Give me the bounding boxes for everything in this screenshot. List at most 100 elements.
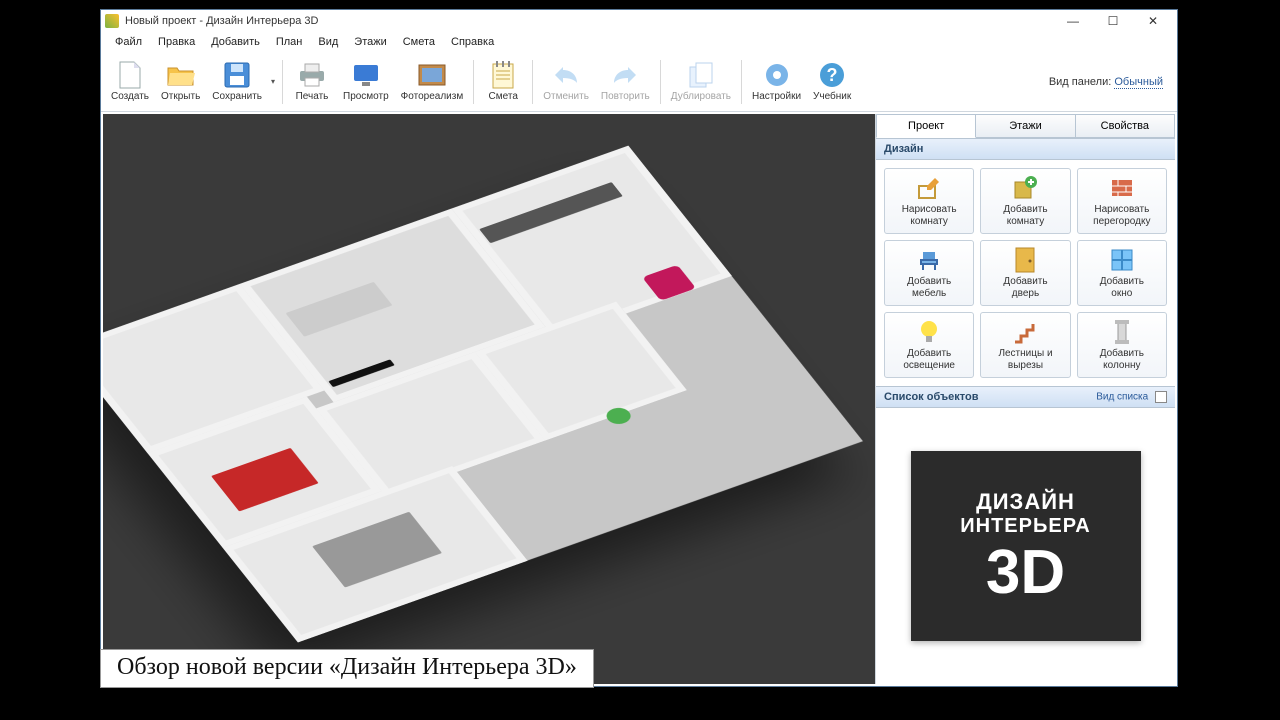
- settings-label: Настройки: [752, 91, 801, 102]
- app-window: Новый проект - Дизайн Интерьера 3D — ☐ ✕…: [100, 9, 1178, 687]
- add-room-label: Добавитькомнату: [1003, 204, 1047, 227]
- menu-file[interactable]: Файл: [107, 34, 150, 50]
- save-button[interactable]: Сохранить: [206, 54, 268, 110]
- redo-label: Повторить: [601, 91, 650, 102]
- draw-wall-button[interactable]: Нарисоватьперегородку: [1077, 168, 1167, 234]
- panel-type-link[interactable]: Обычный: [1114, 76, 1163, 89]
- add-door-label: Добавитьдверь: [1003, 276, 1047, 299]
- door-icon: [1012, 247, 1038, 273]
- list-view-icon: [1155, 391, 1167, 403]
- create-label: Создать: [111, 91, 149, 102]
- add-window-label: Добавитьокно: [1100, 276, 1144, 299]
- menu-floors[interactable]: Этажи: [346, 34, 394, 50]
- lightbulb-icon: [916, 319, 942, 345]
- minimize-button[interactable]: —: [1053, 10, 1093, 32]
- draw-room-button[interactable]: Нарисоватькомнату: [884, 168, 974, 234]
- column-icon: [1109, 319, 1135, 345]
- stairs-button[interactable]: Лестницы ивырезы: [980, 312, 1070, 378]
- add-door-button[interactable]: Добавитьдверь: [980, 240, 1070, 306]
- save-dropdown[interactable]: ▾: [268, 54, 278, 110]
- save-label: Сохранить: [212, 91, 262, 102]
- settings-button[interactable]: Настройки: [746, 54, 807, 110]
- titlebar: Новый проект - Дизайн Интерьера 3D — ☐ ✕: [101, 10, 1177, 32]
- photoreal-icon: [418, 61, 446, 89]
- menubar: Файл Правка Добавить План Вид Этажи Смет…: [101, 32, 1177, 52]
- duplicate-button[interactable]: Дублировать: [665, 54, 737, 110]
- toolbar-separator: [660, 60, 661, 104]
- promo-line3: 3D: [986, 542, 1065, 604]
- undo-icon: [552, 61, 580, 89]
- toolbar-separator: [741, 60, 742, 104]
- list-view-label: Вид списка: [1096, 392, 1148, 403]
- menu-view[interactable]: Вид: [310, 34, 346, 50]
- chair-icon: [916, 247, 942, 273]
- open-label: Открыть: [161, 91, 200, 102]
- svg-text:?: ?: [827, 65, 838, 85]
- folder-open-icon: [167, 61, 195, 89]
- design-header: Дизайн: [876, 138, 1175, 160]
- help-button[interactable]: ? Учебник: [807, 54, 857, 110]
- toolbar: Создать Открыть Сохранить ▾ Печать: [101, 52, 1177, 112]
- add-column-label: Добавитьколонну: [1100, 348, 1144, 371]
- toolbar-separator: [282, 60, 283, 104]
- photoreal-label: Фотореализм: [401, 91, 464, 102]
- window-title: Новый проект - Дизайн Интерьера 3D: [125, 15, 318, 27]
- menu-help[interactable]: Справка: [443, 34, 502, 50]
- maximize-button[interactable]: ☐: [1093, 10, 1133, 32]
- promo-banner: ДИЗАЙН ИНТЕРЬЕРА 3D: [911, 451, 1141, 641]
- brick-wall-icon: [1109, 175, 1135, 201]
- create-button[interactable]: Создать: [105, 54, 155, 110]
- tab-project[interactable]: Проект: [876, 114, 976, 138]
- design-header-label: Дизайн: [884, 143, 923, 155]
- 3d-viewport[interactable]: [103, 114, 875, 684]
- preview-label: Просмотр: [343, 91, 389, 102]
- close-button[interactable]: ✕: [1133, 10, 1173, 32]
- content-area: Проект Этажи Свойства Дизайн Нарисоватьк…: [101, 112, 1177, 686]
- add-column-button[interactable]: Добавитьколонну: [1077, 312, 1167, 378]
- promo-line2: ИНТЕРЬЕРА: [960, 515, 1090, 538]
- window-icon: [1109, 247, 1135, 273]
- panel-type: Вид панели: Обычный: [1049, 76, 1173, 88]
- help-label: Учебник: [813, 91, 851, 102]
- help-icon: ?: [818, 61, 846, 89]
- add-furniture-label: Добавитьмебель: [907, 276, 951, 299]
- save-icon: [223, 61, 251, 89]
- tab-properties[interactable]: Свойства: [1076, 114, 1175, 138]
- menu-estimate[interactable]: Смета: [395, 34, 443, 50]
- objects-header-label: Список объектов: [884, 391, 978, 403]
- menu-plan[interactable]: План: [268, 34, 311, 50]
- estimate-button[interactable]: Смета: [478, 54, 528, 110]
- duplicate-icon: [687, 61, 715, 89]
- toolbar-separator: [473, 60, 474, 104]
- undo-label: Отменить: [543, 91, 589, 102]
- monitor-icon: [352, 61, 380, 89]
- video-caption: Обзор новой версии «Дизайн Интерьера 3D»: [100, 649, 594, 688]
- toolbar-separator: [532, 60, 533, 104]
- add-window-button[interactable]: Добавитьокно: [1077, 240, 1167, 306]
- add-room-button[interactable]: Добавитькомнату: [980, 168, 1070, 234]
- add-furniture-button[interactable]: Добавитьмебель: [884, 240, 974, 306]
- list-view-toggle[interactable]: Вид списка: [1096, 391, 1167, 403]
- tab-floors[interactable]: Этажи: [976, 114, 1075, 138]
- stairs-icon: [1012, 319, 1038, 345]
- print-button[interactable]: Печать: [287, 54, 337, 110]
- notepad-icon: [489, 61, 517, 89]
- estimate-label: Смета: [489, 91, 518, 102]
- object-list-area: ДИЗАЙН ИНТЕРЬЕРА 3D: [876, 408, 1175, 684]
- photoreal-button[interactable]: Фотореализм: [395, 54, 470, 110]
- print-label: Печать: [296, 91, 329, 102]
- redo-icon: [611, 61, 639, 89]
- objects-header: Список объектов Вид списка: [876, 386, 1175, 408]
- undo-button[interactable]: Отменить: [537, 54, 595, 110]
- menu-add[interactable]: Добавить: [203, 34, 268, 50]
- redo-button[interactable]: Повторить: [595, 54, 656, 110]
- menu-edit[interactable]: Правка: [150, 34, 203, 50]
- promo-line1: ДИЗАЙН: [976, 489, 1075, 515]
- panel-type-label: Вид панели:: [1049, 76, 1115, 88]
- preview-button[interactable]: Просмотр: [337, 54, 395, 110]
- add-light-button[interactable]: Добавитьосвещение: [884, 312, 974, 378]
- duplicate-label: Дублировать: [671, 91, 731, 102]
- side-panel: Проект Этажи Свойства Дизайн Нарисоватьк…: [875, 114, 1175, 684]
- add-light-label: Добавитьосвещение: [903, 348, 955, 371]
- open-button[interactable]: Открыть: [155, 54, 206, 110]
